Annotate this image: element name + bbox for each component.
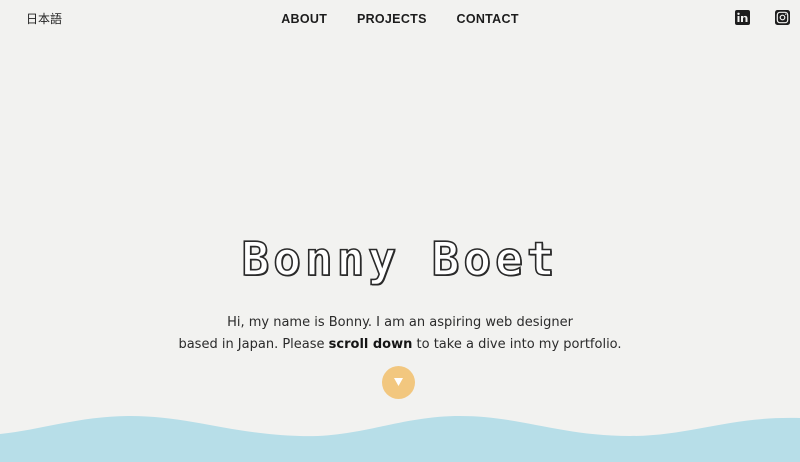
hero-title: Bonny Boet [241, 232, 559, 286]
instagram-link[interactable] [775, 10, 790, 25]
linkedin-icon [735, 10, 750, 25]
arrow-down-icon [382, 366, 415, 399]
instagram-icon [775, 10, 790, 25]
linkedin-link[interactable] [735, 10, 750, 25]
page: 日本語 ABOUT PROJECTS CONTACT Bonny Boet Hi… [0, 0, 800, 462]
nav-about-link[interactable]: ABOUT [281, 12, 327, 26]
intro-line-2-start: based in Japan. Please [178, 337, 329, 352]
nav-contact-link[interactable]: CONTACT [457, 12, 519, 26]
scroll-down-button[interactable] [382, 366, 415, 399]
nav-projects-link[interactable]: PROJECTS [357, 12, 427, 26]
scroll-down-emphasis: scroll down [328, 337, 413, 352]
main-nav: ABOUT PROJECTS CONTACT [0, 12, 800, 26]
wave-decoration [0, 416, 800, 462]
intro-line-2-end: to take a dive into my portfolio. [412, 337, 622, 352]
intro-text: Hi, my name is Bonny. I am an aspiring w… [0, 312, 800, 356]
intro-line-2: based in Japan. Please scroll down to ta… [0, 334, 800, 356]
intro-line-1: Hi, my name is Bonny. I am an aspiring w… [227, 315, 573, 330]
